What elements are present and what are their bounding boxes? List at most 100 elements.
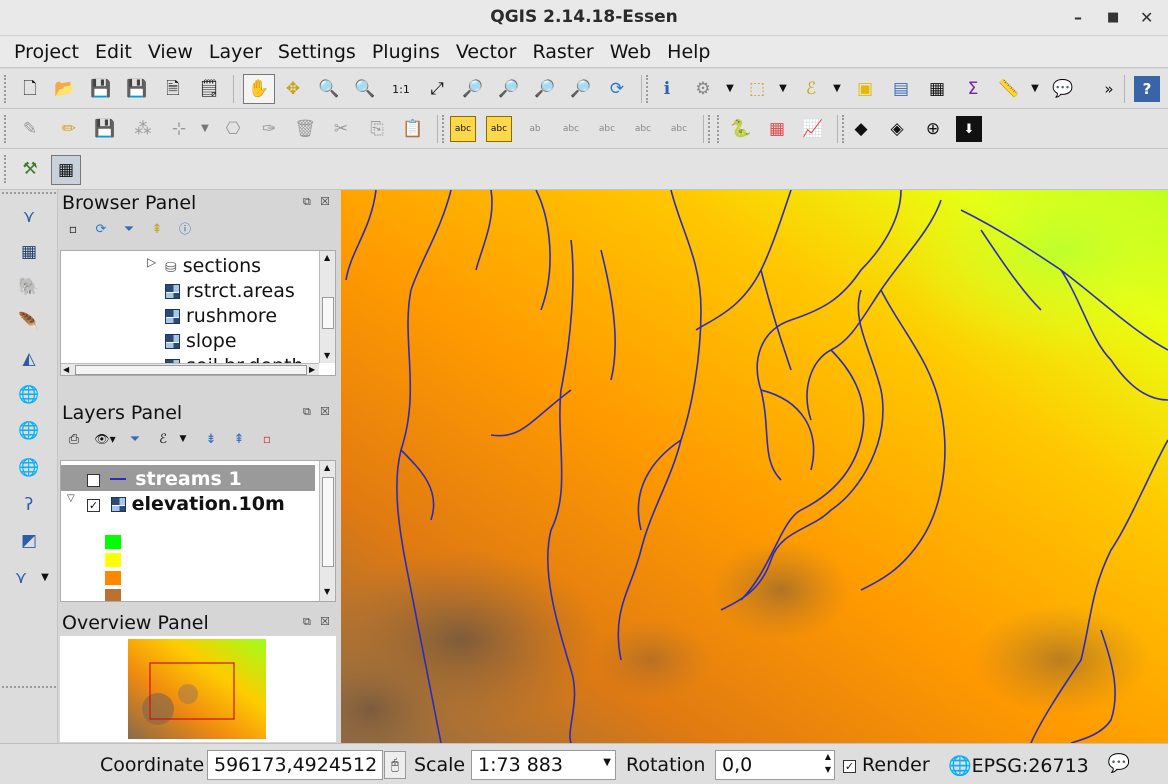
add-spatialite-layer-icon[interactable]: 🪶 [16,309,42,335]
cut-features-icon[interactable]: ✂ [328,116,354,142]
copy-features-icon[interactable]: ⎘ [364,116,390,142]
add-feature-icon[interactable]: ⁂ [130,116,156,142]
layer-visibility-checkbox[interactable]: ✓ [87,499,100,512]
scroll-down-icon[interactable]: ▼ [324,587,330,596]
layer-visibility-checkbox[interactable]: ✓ [87,474,100,487]
add-delimited-text-icon[interactable]: ʔ [16,492,42,518]
move-label-icon[interactable]: abc [594,116,620,142]
add-wfs-layer-icon[interactable]: 🌐 [16,455,42,481]
filter-expression-icon[interactable]: ℰ [152,430,174,448]
float-panel-icon[interactable]: ⧉ [303,615,311,629]
add-wcs-layer-icon[interactable]: 🌐 [16,418,42,444]
overview-canvas[interactable] [60,636,336,742]
add-vector-layer-icon[interactable]: ⋎ [16,204,42,230]
zoom-full-icon[interactable]: ⤢ [424,76,450,102]
scroll-up-icon[interactable]: ▲ [324,463,330,472]
current-edits-icon[interactable]: ✎ [17,116,43,142]
collapse-all-icon[interactable]: ⇞ [230,430,248,448]
run-action-icon[interactable]: ⚙ [690,76,716,102]
menu-vector[interactable]: Vector [448,41,525,63]
render-toggle[interactable]: ✓ Render [843,754,930,776]
new-project-icon[interactable]: 🗋 [17,76,43,102]
zoom-layer-icon[interactable]: 🔎 [496,76,522,102]
label-toolbar-icon[interactable]: abc [486,116,512,142]
browser-vertical-scrollbar[interactable]: ▲ ▼ [319,251,335,363]
add-circle-icon[interactable]: ⊕ [920,116,946,142]
grass-tools-icon[interactable]: ⚒ [17,156,43,182]
zoom-out-icon[interactable]: 🔍 [352,76,378,102]
scroll-thumb[interactable] [322,477,334,567]
messages-icon[interactable]: 💬 [1106,751,1132,777]
pin-labels-icon[interactable]: ab [522,116,548,142]
map-canvas[interactable] [341,190,1168,743]
deselect-icon[interactable]: ▣ [852,76,878,102]
browser-item-slope[interactable]: slope [165,330,237,352]
grass-region-icon[interactable]: ▦ [51,155,81,185]
zoom-selection-icon[interactable]: 🔎 [460,76,486,102]
chevron-down-icon[interactable]: ▼ [603,757,611,768]
profile-plot-icon[interactable]: 📈 [800,116,826,142]
save-project-icon[interactable]: 💾 [88,76,114,102]
overview-map[interactable] [128,639,266,739]
node-tool-icon[interactable]: ⎔ [220,116,246,142]
scroll-left-icon[interactable]: ◀ [63,365,69,374]
new-shapefile-icon[interactable]: ⋎ [8,565,34,591]
spin-up-icon[interactable]: ▲ [825,752,831,761]
layer-styling-icon[interactable]: ⎙ [64,430,84,448]
save-as-icon[interactable]: 💾 [124,76,150,102]
chevron-down-icon[interactable]: ▼ [824,76,850,102]
filter-legend-icon[interactable]: ⏷ [126,430,144,448]
browser-item-rstrct-areas[interactable]: rstrct.areas [165,280,295,302]
chevron-down-icon[interactable]: ▼ [717,76,743,102]
close-panel-icon[interactable]: ☒ [320,195,330,208]
chevron-down-icon[interactable]: ▼ [770,76,796,102]
vertex-tool-icon[interactable]: ✑ [256,116,282,142]
render-checkbox[interactable]: ✓ [843,760,856,773]
composer-manager-icon[interactable]: 🗒 [196,76,222,102]
filter-icon[interactable]: ⏷ [120,220,138,238]
select-features-icon[interactable]: ⬚ [744,76,770,102]
collapse-arrow-icon[interactable]: ▽ [67,493,75,504]
scroll-thumb[interactable] [322,297,334,329]
pan-to-selection-icon[interactable]: ✥ [280,76,306,102]
paste-features-icon[interactable]: 📋 [400,116,426,142]
toolbar-grip[interactable] [4,75,7,103]
zoom-in-icon[interactable]: 🔍 [316,76,342,102]
add-wms-layer-icon[interactable]: 🌐 [16,382,42,408]
download-icon[interactable]: ⬇ [956,116,982,142]
identify-icon[interactable]: ℹ [654,76,680,102]
menu-plugins[interactable]: Plugins [364,41,448,63]
delete-selected-icon[interactable]: 🗑 [292,116,318,142]
layer-labeling-icon[interactable]: abc [450,116,476,142]
menu-raster[interactable]: Raster [524,41,601,63]
close-panel-icon[interactable]: ☒ [320,405,330,418]
zoom-native-icon[interactable]: 1:1 [388,76,414,102]
elevation-map[interactable] [341,190,1168,743]
close-icon[interactable]: ✕ [1140,8,1153,27]
collapse-all-icon[interactable]: ⇞ [148,220,166,238]
spin-down-icon[interactable]: ▼ [825,765,831,774]
refresh-icon[interactable]: ⟳ [92,220,110,238]
expand-arrow-icon[interactable]: ▷ [147,255,156,269]
layer-row-elevation[interactable]: ✓ elevation.10m [87,493,285,515]
layers-stack-icon[interactable]: ◆ [848,116,874,142]
chevron-down-icon[interactable]: ▼ [32,565,58,591]
add-virtual-layer-icon[interactable]: ◩ [16,528,42,554]
layer-row-streams[interactable]: ✓ streams 1 [87,468,242,490]
measure-icon[interactable]: 📏 [996,76,1022,102]
python-console-icon[interactable]: 🐍 [728,116,754,142]
menu-settings[interactable]: Settings [270,41,364,63]
browser-item-sections[interactable]: ⛁ sections [165,255,261,277]
help-icon[interactable]: ? [1134,76,1160,102]
layers-remove-icon[interactable]: ◈ [884,116,910,142]
open-project-icon[interactable]: 📂 [52,76,78,102]
visibility-icon[interactable]: 👁▾ [92,430,118,448]
float-panel-icon[interactable]: ⧉ [303,405,311,419]
chevron-down-icon[interactable]: ▼ [1022,76,1048,102]
minimize-icon[interactable]: – [1074,8,1082,27]
browser-horizontal-scrollbar[interactable]: ◀ ▶ [61,363,319,375]
rotation-spinbox[interactable]: 0,0 ▲ ▼ [715,750,835,780]
field-calculator-icon[interactable]: ▦ [924,76,950,102]
layers-tree[interactable]: ✓ streams 1 ▽ ✓ elevation.10m ▲ ▼ [60,460,336,602]
menu-edit[interactable]: Edit [87,41,140,63]
